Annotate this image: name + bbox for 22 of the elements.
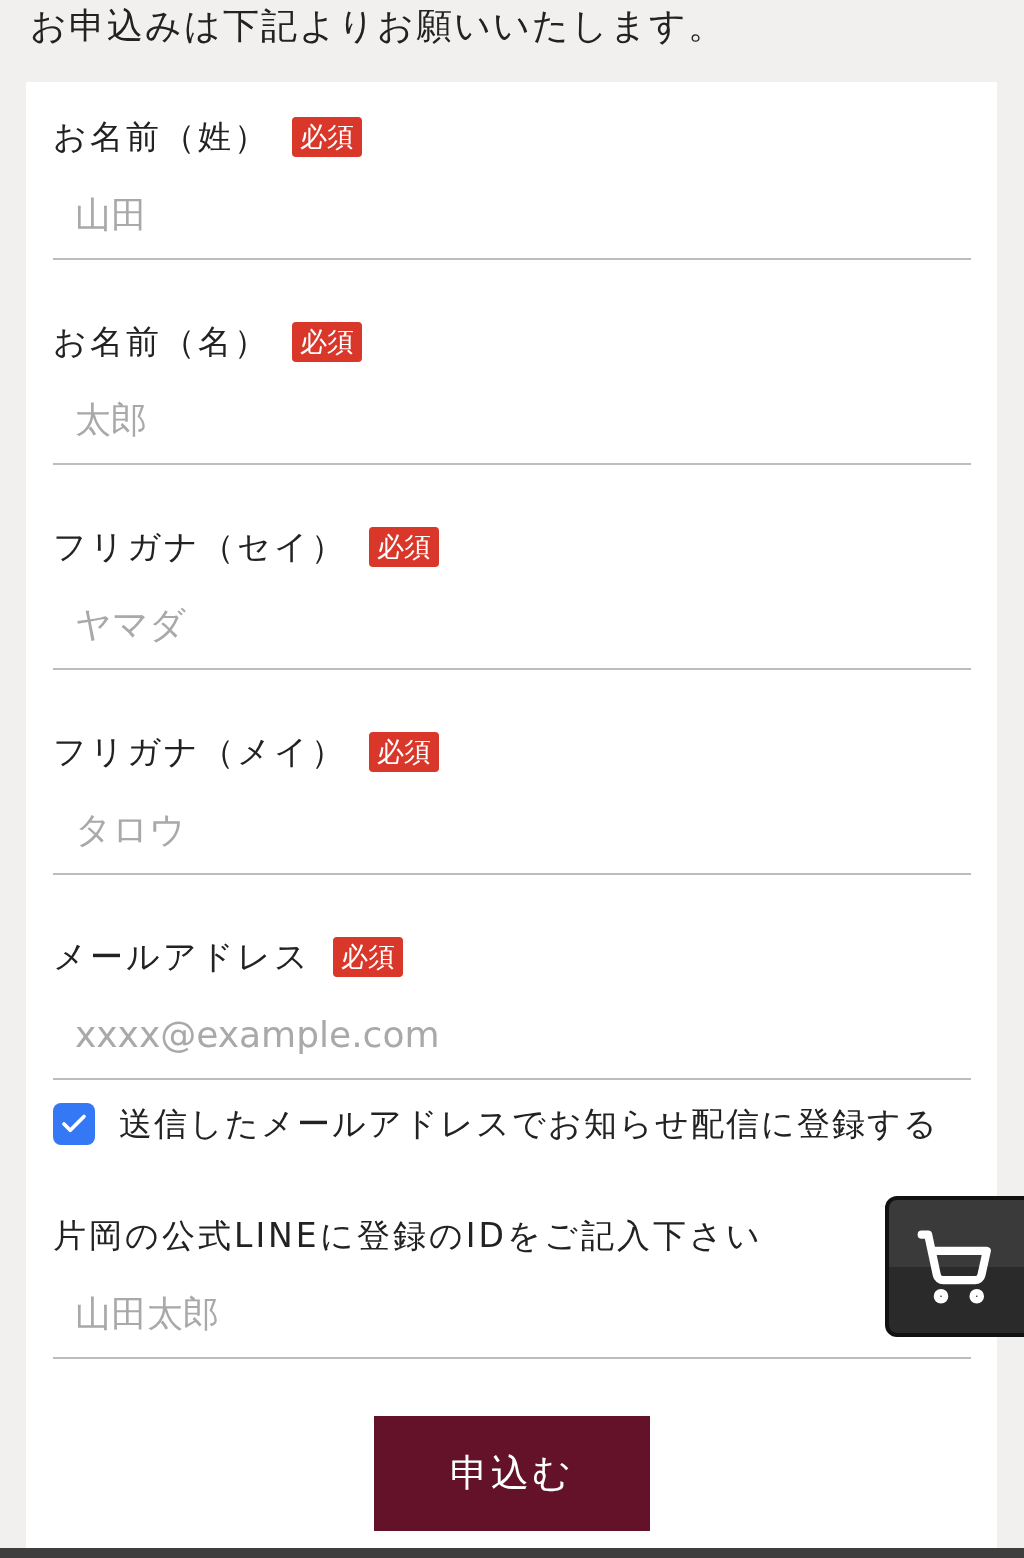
field-label: フリガナ（メイ） [53,730,347,773]
checkbox-label: 送信したメールアドレスでお知らせ配信に登録する [119,1102,939,1145]
required-badge: 必須 [292,117,362,157]
required-badge: 必須 [333,937,403,977]
input-field[interactable]: 山田太郎 [53,1270,853,1357]
field-label: お名前（姓） [53,115,270,158]
field-label: 片岡の公式LINEに登録のIDをご記入下さい [53,1214,763,1257]
field-label: お名前（名） [53,320,270,363]
input-field[interactable]: 山田 [53,171,971,260]
checkbox[interactable] [53,1103,95,1145]
submit-button[interactable]: 申込む [374,1416,650,1531]
input-field[interactable]: xxxx@example.com [53,991,971,1080]
field-label: フリガナ（セイ） [53,525,347,568]
input-field[interactable]: 太郎 [53,376,971,465]
required-badge: 必須 [369,732,439,772]
page-heading: お申込みは下記よりお願いいたします。 [29,4,727,48]
required-badge: 必須 [369,527,439,567]
input-field[interactable]: タロウ [53,786,971,875]
field-label: メールアドレス [53,935,311,978]
required-badge: 必須 [292,322,362,362]
input-field[interactable]: ヤマダ [53,581,971,670]
cart-button[interactable] [885,1196,1024,1337]
